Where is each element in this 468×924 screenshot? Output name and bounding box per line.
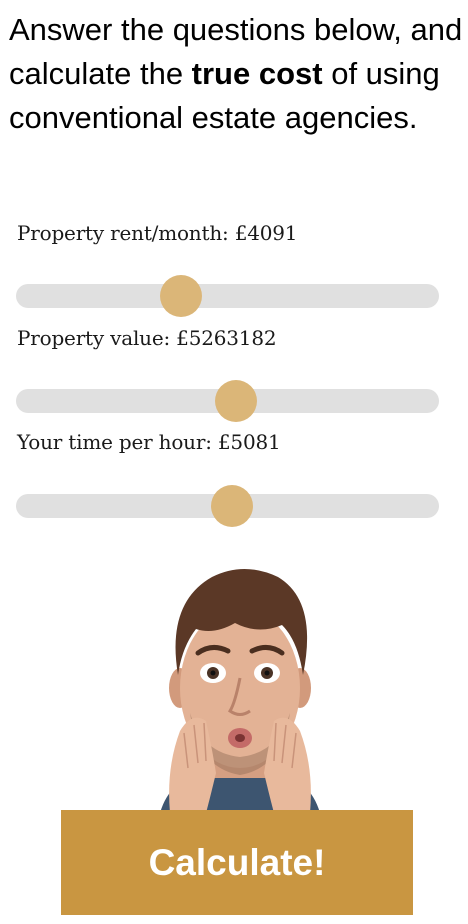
time-slider-thumb[interactable] (210, 485, 253, 527)
intro-text-emphasis: true cost (191, 56, 323, 91)
value-slider-label: Property value: £5263182 (17, 326, 277, 350)
calculate-button[interactable]: Calculate! (61, 810, 413, 915)
rent-slider-label: Property rent/month: £4091 (17, 221, 298, 245)
time-slider-label: Your time per hour: £5081 (17, 430, 281, 454)
rent-slider[interactable] (16, 275, 439, 317)
surprised-man-photo (160, 569, 320, 813)
rent-slider-thumb[interactable] (159, 275, 202, 317)
time-slider[interactable] (16, 485, 439, 527)
value-slider[interactable] (16, 380, 439, 422)
value-slider-thumb[interactable] (214, 380, 257, 422)
intro-heading: Answer the questions below, and calculat… (9, 8, 464, 140)
